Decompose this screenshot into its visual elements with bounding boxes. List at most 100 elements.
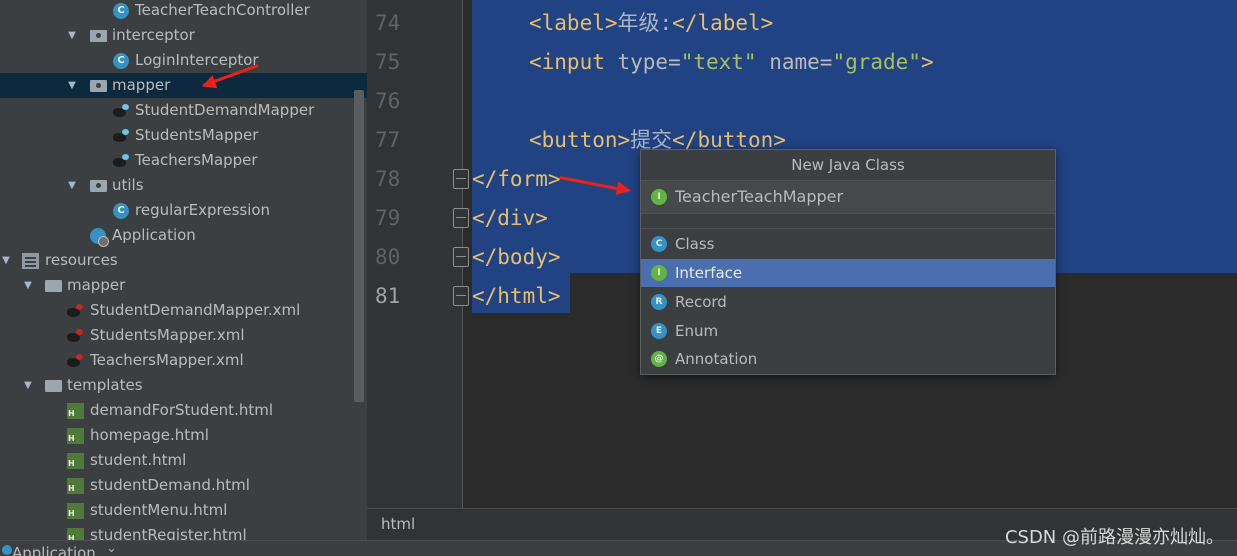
tree-item-label: utils — [112, 176, 144, 194]
fold-marker-icon[interactable] — [453, 286, 469, 306]
code-line-79: </div> — [472, 206, 548, 230]
fold-marker-icon[interactable] — [453, 208, 469, 228]
chevron-down-icon[interactable]: ▼ — [0, 248, 12, 273]
tree-item-student-html[interactable]: student.html — [0, 448, 367, 473]
chevron-down-icon[interactable]: ▼ — [66, 173, 78, 198]
code-token: <label> — [529, 11, 618, 35]
tree-item-label: templates — [67, 376, 143, 394]
code-line-80: </body> — [472, 245, 561, 269]
option-annotation[interactable]: @ Annotation — [641, 345, 1055, 373]
html-file-icon — [67, 528, 84, 540]
tree-item-studentmenu-html[interactable]: studentMenu.html — [0, 498, 367, 523]
tree-item-utils[interactable]: ▼ utils — [0, 173, 367, 198]
option-label: Class — [675, 235, 715, 253]
mybatis-xml-icon — [67, 304, 85, 318]
fold-marker-icon[interactable] — [453, 247, 469, 267]
project-tree: C TeacherTeachController ▼ interceptor C… — [0, 0, 367, 540]
code-token: "grade" — [832, 50, 921, 74]
tree-item-label: interceptor — [112, 26, 195, 44]
html-file-icon — [67, 403, 84, 419]
package-folder-icon — [90, 180, 107, 192]
run-config-icon — [2, 545, 12, 555]
class-name-row: I — [641, 181, 1055, 214]
tree-item-demandforstudent-html[interactable]: demandForStudent.html — [0, 398, 367, 423]
tree-item-studentregister-html[interactable]: studentRegister.html — [0, 523, 367, 540]
run-config-label[interactable]: Application — [12, 544, 96, 556]
tree-item-studentsmapper-xml[interactable]: StudentsMapper.xml — [0, 323, 367, 348]
code-token: </label> — [672, 11, 774, 35]
chevron-down-icon[interactable]: ▼ — [22, 273, 34, 298]
tree-item-resources[interactable]: ▼ resources — [0, 248, 367, 273]
tree-item-mapper-folder[interactable]: ▼ mapper — [0, 273, 367, 298]
tree-item-label: homepage.html — [90, 426, 209, 444]
breadcrumb-item[interactable]: html — [381, 515, 415, 533]
chevron-down-icon[interactable]: ▼ — [22, 373, 34, 398]
mybatis-interface-icon — [113, 154, 131, 168]
tree-item-regularexpression[interactable]: C regularExpression — [0, 198, 367, 223]
tree-item-label: mapper — [67, 276, 126, 294]
tree-item-mapper-package[interactable]: ▼ mapper — [0, 73, 367, 98]
package-folder-icon — [90, 80, 107, 92]
popup-separator — [641, 214, 1055, 229]
option-label: Annotation — [675, 350, 758, 368]
class-icon: C — [113, 3, 129, 19]
line-number: 74 — [375, 11, 401, 35]
html-file-icon — [67, 428, 84, 444]
line-number: 76 — [375, 89, 401, 113]
spring-application-icon — [90, 228, 109, 247]
chevron-down-icon[interactable]: ▼ — [66, 73, 78, 98]
tree-item-interceptor[interactable]: ▼ interceptor — [0, 23, 367, 48]
tree-item-studentdemand-html[interactable]: studentDemand.html — [0, 473, 367, 498]
code-token: <button> — [529, 128, 631, 152]
option-label: Record — [675, 293, 727, 311]
tree-item-label: StudentDemandMapper.xml — [90, 301, 301, 319]
tree-item-label: StudentsMapper — [135, 126, 259, 144]
code-line-74: <label>年级:</label> — [529, 4, 773, 43]
option-label: Enum — [675, 322, 719, 340]
tree-item-logininterceptor[interactable]: C LoginInterceptor — [0, 48, 367, 73]
tree-item-label: regularExpression — [135, 201, 271, 219]
tree-item-homepage-html[interactable]: homepage.html — [0, 423, 367, 448]
line-number: 77 — [375, 128, 401, 152]
tree-item-label: student.html — [90, 451, 187, 469]
tree-item-studentsmapper[interactable]: StudentsMapper — [0, 123, 367, 148]
tree-item-studentdemandmapper-xml[interactable]: StudentDemandMapper.xml — [0, 298, 367, 323]
tree-item-teachersmapper[interactable]: TeachersMapper — [0, 148, 367, 173]
code-token: <input — [529, 50, 605, 74]
html-file-icon — [67, 503, 84, 519]
chevron-down-icon[interactable]: ▼ — [66, 23, 78, 48]
annotation-icon: @ — [651, 351, 667, 367]
option-enum[interactable]: E Enum — [641, 317, 1055, 345]
html-file-icon — [67, 453, 84, 469]
tree-item-teacherteachcontroller[interactable]: C TeacherTeachController — [0, 0, 367, 23]
tree-item-label: demandForStudent.html — [90, 401, 274, 419]
code-line-78: </form> — [472, 167, 561, 191]
tree-item-studentdemandmapper[interactable]: StudentDemandMapper — [0, 98, 367, 123]
tree-item-teachersmapper-xml[interactable]: TeachersMapper.xml — [0, 348, 367, 373]
tree-item-label: TeacherTeachController — [135, 1, 310, 19]
tree-item-templates[interactable]: ▼ templates — [0, 373, 367, 398]
option-interface[interactable]: I Interface — [641, 259, 1055, 287]
option-record[interactable]: R Record — [641, 288, 1055, 316]
folder-icon — [45, 380, 62, 392]
line-number: 80 — [375, 245, 401, 269]
interface-icon: I — [651, 265, 667, 281]
line-number-current: 81 — [375, 284, 401, 308]
tree-item-application[interactable]: Application — [0, 223, 367, 248]
tree-scrollbar[interactable] — [354, 90, 364, 402]
class-icon: C — [113, 53, 129, 69]
mybatis-xml-icon — [67, 354, 85, 368]
code-line-75: <input type="text" name="grade"> — [529, 43, 934, 82]
watermark: CSDN @前路漫漫亦灿灿。 — [1004, 527, 1224, 548]
popup-title: New Java Class — [641, 150, 1055, 181]
class-name-input[interactable] — [675, 181, 1035, 213]
tree-item-label: Application — [112, 226, 196, 244]
tree-item-label: studentMenu.html — [90, 501, 228, 519]
enum-icon: E — [651, 323, 667, 339]
code-line-81: </html> — [472, 284, 561, 308]
line-number: 78 — [375, 167, 401, 191]
fold-marker-icon[interactable] — [453, 169, 469, 189]
chevron-down-icon[interactable]: ⌄ — [106, 541, 117, 556]
option-class[interactable]: C Class — [641, 230, 1055, 258]
record-icon: R — [651, 294, 667, 310]
